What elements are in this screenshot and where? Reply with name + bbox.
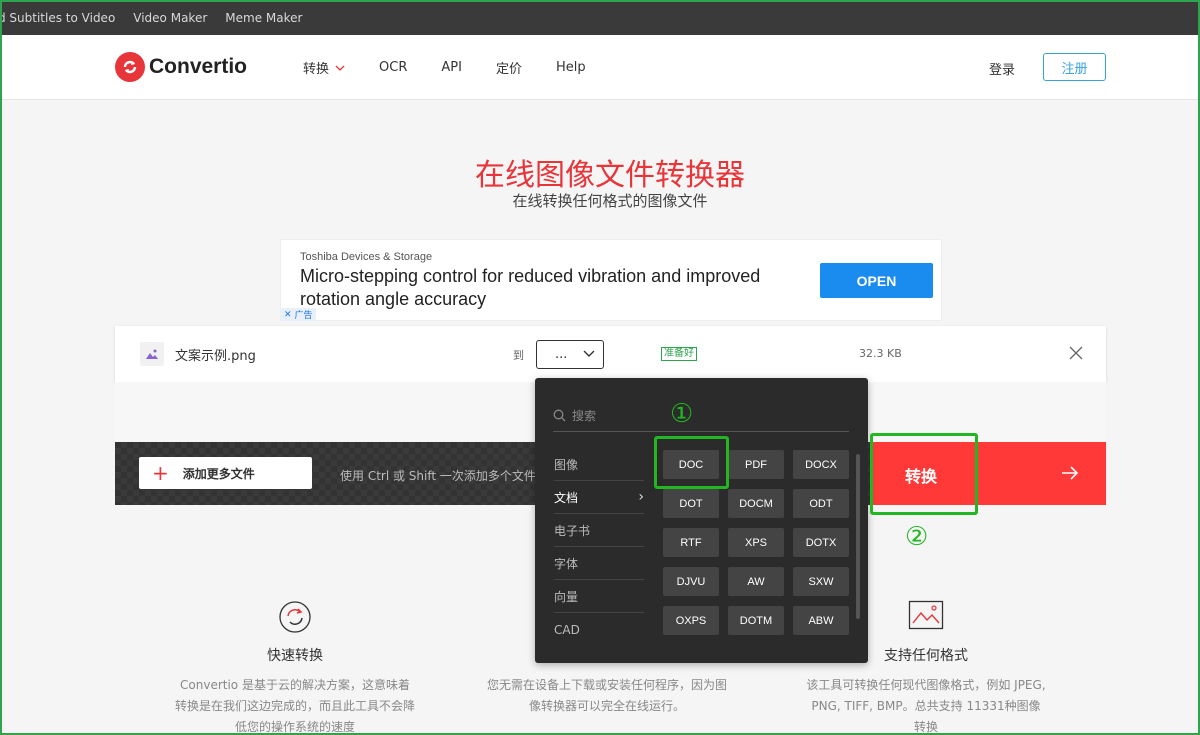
nav-pricing[interactable]: 定价 <box>496 58 522 77</box>
convertio-logo-icon <box>115 52 145 82</box>
nav-convert-label: 转换 <box>303 62 330 77</box>
format-docx[interactable]: DOCX <box>793 450 849 479</box>
format-xps[interactable]: XPS <box>728 528 784 557</box>
nav-convert[interactable]: 转换 <box>303 58 345 77</box>
category-label: 图像 <box>554 457 579 472</box>
category-list: 图像 文档 › 电子书 字体 向量 CAD <box>554 448 644 646</box>
format-oxps[interactable]: OXPS <box>663 606 719 635</box>
format-dot[interactable]: DOT <box>663 489 719 518</box>
ad-brand: Toshiba Devices & Storage <box>300 251 433 263</box>
format-dropdown: 搜索 图像 文档 › 电子书 字体 向量 CAD DOC PDF DOCX DOT… <box>535 378 868 663</box>
nav-api[interactable]: API <box>441 60 462 75</box>
login-link[interactable]: 登录 <box>989 59 1015 78</box>
chevron-right-icon: › <box>638 489 644 505</box>
chevron-down-icon <box>583 350 595 357</box>
format-search-input[interactable]: 搜索 <box>553 400 849 432</box>
category-vector[interactable]: 向量 <box>554 580 644 613</box>
feature-desc: 您无需在设备上下载或安装任何程序，因为图像转换器可以完全在线运行。 <box>487 678 728 713</box>
format-sxw[interactable]: SXW <box>793 567 849 596</box>
format-odt[interactable]: ODT <box>793 489 849 518</box>
format-aw[interactable]: AW <box>728 567 784 596</box>
highlight-box-doc <box>654 436 729 489</box>
category-cad[interactable]: CAD <box>554 613 644 646</box>
category-label: CAD <box>554 622 580 637</box>
format-abw[interactable]: ABW <box>793 606 849 635</box>
remove-file-icon[interactable] <box>1069 346 1083 360</box>
ad-badge[interactable]: ✕ 广告 <box>281 308 316 321</box>
nav-ocr[interactable]: OCR <box>379 60 407 75</box>
feature-fast: 快速转换 Convertio 是基于云的解决方案，这意味着转换是在我们这边完成的… <box>175 600 415 735</box>
topbar-link-subtitles[interactable]: d Subtitles to Video <box>0 11 115 25</box>
highlight-box-convert <box>870 433 978 515</box>
refresh-circle-icon <box>175 600 415 635</box>
arrow-right-icon <box>1062 466 1079 480</box>
to-label: 到 <box>513 349 524 362</box>
status-badge: 准备好 <box>661 347 697 361</box>
file-name: 文案示例.png <box>175 349 256 364</box>
multi-select-hint: 使用 Ctrl 或 Shift 一次添加多个文件 <box>340 469 536 483</box>
convertio-logo[interactable]: Convertio <box>115 52 247 82</box>
ad-banner[interactable]: Toshiba Devices & Storage Micro-stepping… <box>280 239 942 321</box>
category-image[interactable]: 图像 <box>554 448 644 481</box>
format-djvu[interactable]: DJVU <box>663 567 719 596</box>
feature-title: 快速转换 <box>267 648 323 664</box>
category-label: 文档 <box>554 490 579 505</box>
site-header: Convertio 转换 OCR API 定价 Help 登录 注册 <box>0 35 1200 100</box>
format-pdf[interactable]: PDF <box>728 450 784 479</box>
file-row: 文案示例.png 到 ... 准备好 32.3 KB <box>115 326 1106 382</box>
top-link-bar: d Subtitles to Video Video Maker Meme Ma… <box>0 0 1200 35</box>
category-document[interactable]: 文档 › <box>554 481 644 514</box>
category-label: 电子书 <box>554 523 591 538</box>
search-placeholder: 搜索 <box>572 409 597 423</box>
add-more-files-button[interactable]: + 添加更多文件 <box>139 457 312 489</box>
page-subtitle: 在线转换任何格式的图像文件 <box>512 192 708 210</box>
format-dotm[interactable]: DOTM <box>728 606 784 635</box>
chevron-down-icon <box>335 65 345 71</box>
file-size: 32.3 KB <box>859 347 902 360</box>
main-nav: 转换 OCR API 定价 Help <box>303 35 620 100</box>
ad-badge-label: 广告 <box>294 311 313 321</box>
plus-icon: + <box>152 461 169 485</box>
nav-help[interactable]: Help <box>556 60 586 75</box>
signup-button[interactable]: 注册 <box>1043 53 1106 81</box>
category-ebook[interactable]: 电子书 <box>554 514 644 547</box>
ad-open-button[interactable]: OPEN <box>820 263 933 298</box>
topbar-link-video-maker[interactable]: Video Maker <box>133 11 207 25</box>
search-icon <box>553 409 566 422</box>
output-format-value: ... <box>555 347 568 362</box>
topbar-link-meme-maker[interactable]: Meme Maker <box>225 11 302 25</box>
image-file-icon <box>140 342 164 366</box>
feature-desc: 该工具可转换任何现代图像格式，例如 JPEG, PNG, TIFF, BMP。总… <box>806 678 1046 734</box>
ad-headline[interactable]: Micro-stepping control for reduced vibra… <box>300 265 780 311</box>
format-docm[interactable]: DOCM <box>728 489 784 518</box>
category-font[interactable]: 字体 <box>554 547 644 580</box>
page-title: 在线图像文件转换器 <box>475 158 745 193</box>
annotation-two: ② <box>905 522 929 552</box>
output-format-select[interactable]: ... <box>536 340 604 369</box>
format-rtf[interactable]: RTF <box>663 528 719 557</box>
format-dotx[interactable]: DOTX <box>793 528 849 557</box>
format-scrollbar[interactable] <box>856 454 860 619</box>
category-label: 字体 <box>554 556 579 571</box>
category-label: 向量 <box>554 589 579 604</box>
feature-desc: Convertio 是基于云的解决方案，这意味着转换是在我们这边完成的，而且此工… <box>175 678 416 734</box>
ad-close-icon[interactable]: ✕ <box>284 310 292 320</box>
annotation-one: ① <box>670 399 694 429</box>
add-more-files-label: 添加更多文件 <box>182 466 255 481</box>
logo-text: Convertio <box>149 55 248 78</box>
